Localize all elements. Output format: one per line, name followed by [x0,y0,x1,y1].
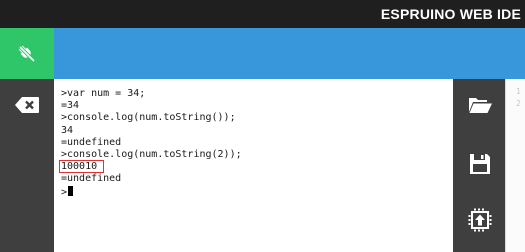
highlighted-output: 100010 [59,160,105,174]
terminal-console[interactable]: >var num = 34; =34 >console.log(num.toSt… [54,79,453,252]
plug-disconnected-icon [18,45,36,62]
upload-chip-icon[interactable] [467,207,493,233]
folder-open-icon[interactable] [467,92,493,118]
terminal-prompt: > [61,186,68,198]
terminal-line: =34 [61,100,80,112]
text-cursor [68,185,74,196]
terminal-line: >console.log(num.toString()); [61,112,236,124]
right-sidebar [453,79,505,252]
terminal-line: =undefined [61,136,122,148]
line-number: 1 [516,87,521,96]
backspace-clear-icon[interactable] [14,96,40,114]
code-editor-edge[interactable]: 1 2 [505,79,525,252]
title-bar: ESPRUINO WEB IDE [0,0,525,28]
terminal-output: >var num = 34; =34 >console.log(num.toSt… [54,79,453,198]
floppy-disk-icon[interactable] [467,151,493,177]
terminal-prompt-line[interactable]: > [61,185,453,198]
line-number: 2 [516,99,521,108]
connect-button[interactable] [0,28,54,79]
app-title: ESPRUINO WEB IDE [380,6,521,22]
left-sidebar [0,79,54,252]
terminal-line: >var num = 34; [61,88,146,99]
terminal-line-highlighted: 100010 [59,160,453,174]
terminal-line: >console.log(num.toString(2)); [61,148,242,160]
terminal-line: =undefined [61,173,122,185]
terminal-line: 34 [61,124,74,136]
toolbar [54,28,525,79]
